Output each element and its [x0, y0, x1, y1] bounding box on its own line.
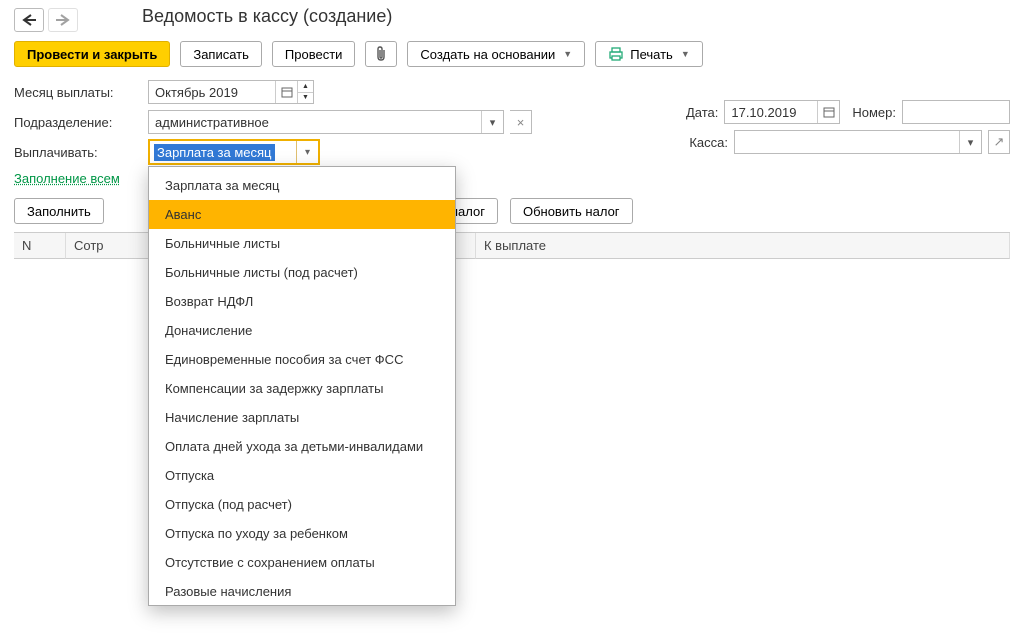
pay-option[interactable]: Доначисление: [149, 316, 455, 345]
forward-button[interactable]: [48, 8, 78, 32]
navbar: Ведомость в кассу (создание): [0, 0, 1024, 35]
print-button[interactable]: Печать ▼: [595, 41, 703, 67]
fill-all-link[interactable]: Заполнение всем: [14, 167, 120, 194]
spin-down-icon[interactable]: ▼: [298, 93, 313, 104]
pay-option[interactable]: Больничные листы: [149, 229, 455, 258]
attach-button[interactable]: [365, 41, 397, 67]
create-based-on-button[interactable]: Создать на основании ▼: [407, 41, 585, 67]
command-bar: Провести и закрыть Записать Провести Соз…: [0, 35, 1024, 77]
chevron-down-icon[interactable]: ▾: [481, 111, 503, 133]
pay-option[interactable]: Возврат НДФЛ: [149, 287, 455, 316]
pay-field-wrap: Зарплата за месяц ▾ Зарплата за месяцАва…: [148, 139, 320, 165]
col-topay[interactable]: К выплате: [476, 233, 1010, 259]
chevron-down-icon[interactable]: ▾: [296, 141, 318, 163]
print-label: Печать: [630, 47, 673, 62]
dept-value: административное: [149, 115, 481, 130]
cash-cluster: Касса: ▾ ↗: [689, 130, 1010, 154]
page-title: Ведомость в кассу (создание): [142, 4, 392, 35]
dept-clear-button[interactable]: ×: [510, 110, 532, 134]
pay-option[interactable]: Аванс: [149, 200, 455, 229]
pay-option[interactable]: Оплата дней ухода за детьми-инвалидами: [149, 432, 455, 461]
post-and-close-button[interactable]: Провести и закрыть: [14, 41, 170, 67]
cash-label: Касса:: [689, 135, 728, 150]
month-input[interactable]: Октябрь 2019 ▲ ▼: [148, 80, 314, 104]
date-input[interactable]: 17.10.2019: [724, 100, 840, 124]
calendar-icon[interactable]: [275, 81, 297, 103]
form-fields: Месяц выплаты: Октябрь 2019 ▲ ▼ Дата: 17…: [0, 77, 1024, 194]
month-value: Октябрь 2019: [149, 85, 275, 100]
pay-option[interactable]: Отпуска по уходу за ребенком: [149, 519, 455, 548]
fill-button[interactable]: Заполнить: [14, 198, 104, 224]
month-label: Месяц выплаты:: [14, 85, 142, 100]
dept-label: Подразделение:: [14, 115, 142, 130]
pay-label: Выплачивать:: [14, 145, 142, 160]
row-month: Месяц выплаты: Октябрь 2019 ▲ ▼ Дата: 17…: [14, 77, 1010, 107]
pay-option[interactable]: Единовременные пособия за счет ФСС: [149, 345, 455, 374]
number-input[interactable]: [902, 100, 1010, 124]
month-spinner[interactable]: ▲ ▼: [297, 81, 313, 103]
pay-option[interactable]: Отпуска (под расчет): [149, 490, 455, 519]
chevron-down-icon[interactable]: ▾: [959, 131, 981, 153]
pay-option[interactable]: Начисление зарплаты: [149, 403, 455, 432]
calendar-icon[interactable]: [817, 101, 839, 123]
date-value: 17.10.2019: [725, 105, 817, 120]
update-tax-button[interactable]: Обновить налог: [510, 198, 633, 224]
post-button[interactable]: Провести: [272, 41, 356, 67]
pay-option[interactable]: Компенсации за задержку зарплаты: [149, 374, 455, 403]
cash-open-button[interactable]: ↗: [988, 130, 1010, 154]
pay-selected-text: Зарплата за месяц: [154, 144, 275, 161]
chevron-down-icon: ▼: [681, 49, 690, 59]
pay-option[interactable]: Зарплата за месяц: [149, 171, 455, 200]
dept-input[interactable]: административное ▾: [148, 110, 504, 134]
arrow-right-icon: [55, 14, 71, 26]
pay-option[interactable]: Отпуска: [149, 461, 455, 490]
back-button[interactable]: [14, 8, 44, 32]
cash-input[interactable]: ▾: [734, 130, 982, 154]
save-button[interactable]: Записать: [180, 41, 262, 67]
pay-option[interactable]: Отсутствие с сохранением оплаты: [149, 548, 455, 577]
date-label: Дата:: [686, 105, 718, 120]
chevron-down-icon: ▼: [563, 49, 572, 59]
paperclip-icon: [374, 46, 388, 62]
date-number-cluster: Дата: 17.10.2019 Номер:: [686, 100, 1010, 124]
pay-option[interactable]: Больничные листы (под расчет): [149, 258, 455, 287]
pay-select[interactable]: Зарплата за месяц ▾: [148, 139, 320, 165]
pay-dropdown: Зарплата за месяцАвансБольничные листыБо…: [148, 166, 456, 606]
col-n[interactable]: N: [14, 233, 66, 259]
pay-option[interactable]: Разовые начисления: [149, 577, 455, 606]
number-label: Номер:: [852, 105, 896, 120]
spin-up-icon[interactable]: ▲: [298, 81, 313, 93]
arrow-left-icon: [21, 14, 37, 26]
printer-icon: [608, 47, 624, 61]
create-based-label: Создать на основании: [420, 47, 555, 62]
